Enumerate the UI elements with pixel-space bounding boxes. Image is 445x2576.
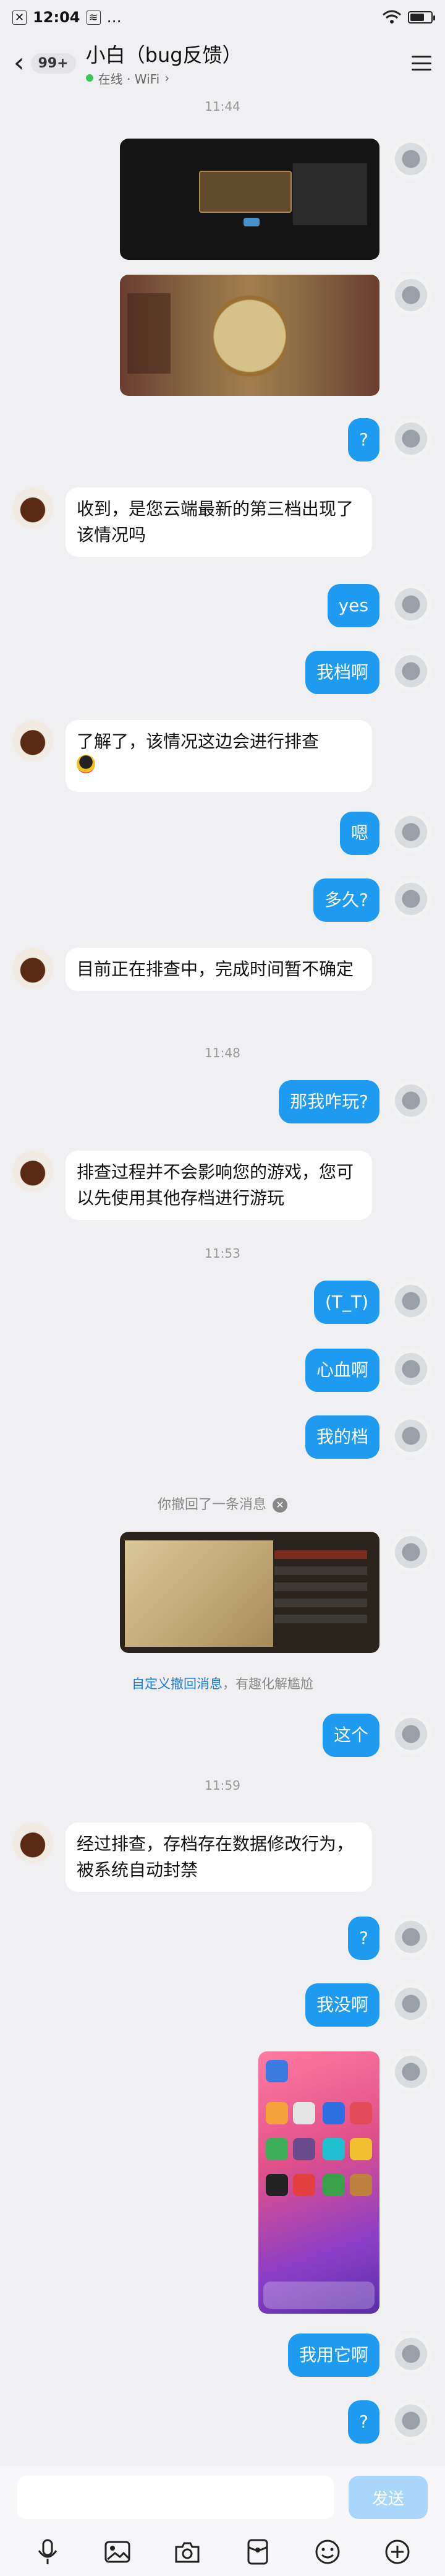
input-area: 发送 <box>0 2466 445 2576</box>
my-avatar[interactable] <box>391 1983 431 2024</box>
back-arrow-icon[interactable]: ‹ <box>14 49 25 77</box>
wifi-icon <box>383 10 401 24</box>
my-avatar[interactable] <box>391 2400 431 2441</box>
sent-message[interactable]: ? <box>348 2400 379 2444</box>
received-message[interactable]: 排查过程并不会影响您的游戏，您可以先使用其他存档进行游玩 <box>66 1151 372 1220</box>
screenshot-image-1[interactable] <box>120 139 379 260</box>
status-time: 12:04 <box>33 9 80 26</box>
my-avatar[interactable] <box>391 651 431 692</box>
status-left: ✕ 12:04 ≋ … <box>12 9 122 26</box>
screenshot-image-3[interactable] <box>120 1532 379 1653</box>
my-avatar[interactable] <box>391 878 431 919</box>
my-avatar[interactable] <box>391 1532 431 1573</box>
custom-recall-link[interactable]: 自定义撤回消息 <box>132 1677 222 1691</box>
sent-message[interactable]: (T_T) <box>313 1281 379 1324</box>
emoji-icon <box>77 755 95 773</box>
received-message-text: 了解了，该情况这边会进行排查 <box>77 731 320 752</box>
contact-avatar[interactable] <box>12 487 53 528</box>
unread-badge[interactable]: 99+ <box>30 53 76 74</box>
battery-icon <box>408 11 435 24</box>
my-avatar[interactable] <box>391 418 431 459</box>
recall-hint-text: ，有趣化解尴尬 <box>222 1677 313 1691</box>
sent-message[interactable]: 多久? <box>313 878 379 922</box>
my-avatar[interactable] <box>391 1917 431 1957</box>
received-message[interactable]: 经过排查，存档存在数据修改行为，被系统自动封禁 <box>66 1823 372 1892</box>
sent-message[interactable]: 心血啊 <box>305 1349 379 1392</box>
recall-text: 你撤回了一条消息 <box>157 1497 266 1513</box>
my-avatar[interactable] <box>391 2051 431 2092</box>
sent-message[interactable]: ? <box>348 418 379 462</box>
received-message[interactable]: 目前正在排查中，完成时间暂不确定 <box>66 948 372 991</box>
sent-message[interactable]: 我用它啊 <box>287 2333 379 2377</box>
timestamp: 11:44 <box>205 99 240 114</box>
close-icon[interactable]: ✕ <box>273 1498 287 1513</box>
image-icon[interactable] <box>102 2536 133 2567</box>
received-message[interactable]: 了解了，该情况这边会进行排查 <box>66 720 372 792</box>
sent-message[interactable]: ? <box>348 1917 379 1960</box>
contact-avatar[interactable] <box>12 720 53 761</box>
notification-icon: ≋ <box>86 10 101 25</box>
my-avatar[interactable] <box>391 1080 431 1121</box>
online-status-text: 在线 · WiFi <box>98 71 160 87</box>
status-bar: ✕ 12:04 ≋ … <box>0 0 445 35</box>
contact-avatar[interactable] <box>12 1151 53 1191</box>
my-avatar[interactable] <box>391 1415 431 1456</box>
online-status: 在线 · WiFi › <box>85 69 242 87</box>
sent-message[interactable]: 那我咋玩? <box>279 1080 379 1123</box>
my-avatar[interactable] <box>391 139 431 179</box>
timestamp: 11:59 <box>205 1778 240 1793</box>
my-avatar[interactable] <box>391 1714 431 1754</box>
menu-icon[interactable] <box>412 56 431 71</box>
toolbar <box>0 2536 445 2567</box>
title-block[interactable]: 小白（bug反馈） 在线 · WiFi › <box>85 40 242 87</box>
my-avatar[interactable] <box>391 584 431 625</box>
status-extra: … <box>106 9 122 26</box>
chat-title: 小白（bug反馈） <box>85 43 242 67</box>
my-avatar[interactable] <box>391 275 431 316</box>
sim-icon: ✕ <box>12 10 27 25</box>
my-avatar[interactable] <box>391 812 431 852</box>
sent-message[interactable]: yes <box>327 584 379 627</box>
contact-avatar[interactable] <box>12 948 53 989</box>
online-dot-icon <box>85 74 93 82</box>
my-avatar[interactable] <box>391 1349 431 1389</box>
timestamp: 11:48 <box>205 1045 240 1060</box>
status-right <box>382 10 435 25</box>
received-message[interactable]: 收到，是您云端最新的第三档出现了该情况吗 <box>66 487 372 557</box>
emoji-icon[interactable] <box>312 2536 343 2567</box>
screenshot-image-2[interactable] <box>120 275 379 396</box>
sent-message[interactable]: 我没啊 <box>305 1983 379 2027</box>
my-avatar[interactable] <box>391 2333 431 2374</box>
sent-message[interactable]: 我的档 <box>305 1415 379 1459</box>
red-packet-icon[interactable] <box>242 2536 273 2567</box>
sent-message[interactable]: 我档啊 <box>305 651 379 694</box>
contact-avatar[interactable] <box>12 1823 53 1863</box>
timestamp: 11:53 <box>205 1246 240 1261</box>
sent-message[interactable]: 这个 <box>322 1714 379 1757</box>
my-avatar[interactable] <box>391 1281 431 1321</box>
camera-icon[interactable] <box>172 2536 203 2567</box>
chevron-right-icon: › <box>164 71 170 85</box>
message-input[interactable] <box>17 2476 334 2519</box>
recall-hint: 自定义撤回消息，有趣化解尴尬 <box>0 1674 445 1693</box>
sent-message[interactable]: 嗯 <box>339 812 379 855</box>
send-button[interactable]: 发送 <box>349 2476 428 2519</box>
chat-header: ‹ 99+ 小白（bug反馈） 在线 · WiFi › <box>0 35 445 92</box>
phone-screenshot-image[interactable] <box>258 2051 379 2314</box>
microphone-icon[interactable] <box>32 2536 63 2567</box>
plus-icon[interactable] <box>382 2536 413 2567</box>
recall-notice: 你撤回了一条消息 ✕ <box>0 1493 445 1513</box>
